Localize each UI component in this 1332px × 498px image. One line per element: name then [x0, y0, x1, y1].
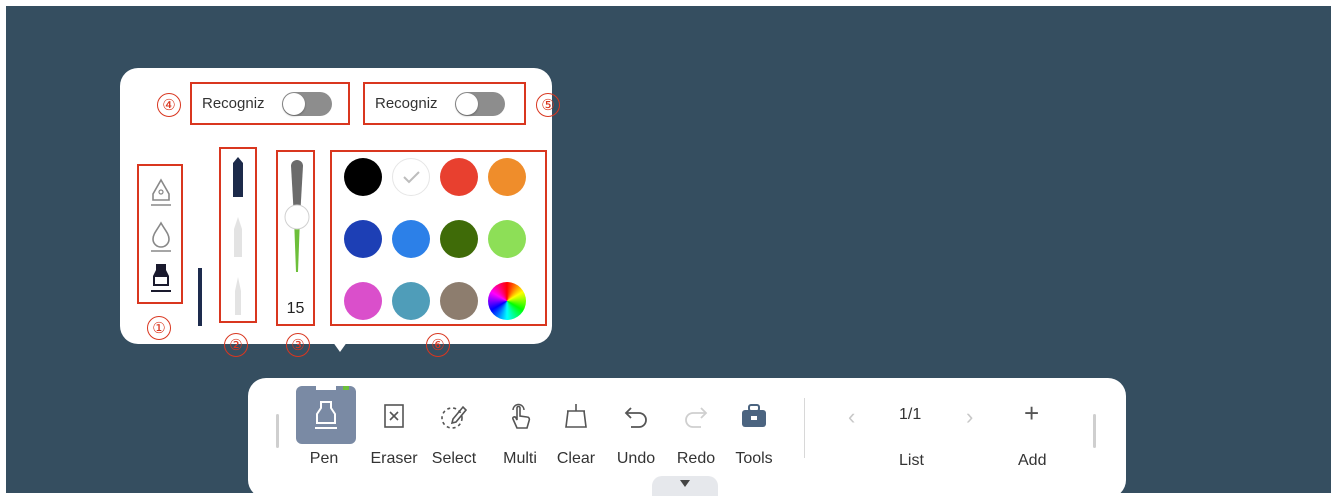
- toolbox-icon: [732, 394, 776, 438]
- shape-recognition-toggle-box: Recogniz: [190, 82, 350, 125]
- color-swatch-3[interactable]: [440, 158, 478, 196]
- active-indicator: [316, 386, 349, 390]
- marker-2: ②: [224, 333, 248, 357]
- marker-3: ③: [286, 333, 310, 357]
- highlighter-pen-icon[interactable]: [147, 262, 175, 296]
- marker-4: ④: [157, 93, 181, 117]
- marker-1: ①: [147, 316, 171, 340]
- tool-label: Multi: [503, 450, 537, 467]
- pen-icon: [296, 386, 356, 444]
- color-swatch-12[interactable]: [488, 282, 526, 320]
- color-swatch-8[interactable]: [488, 220, 526, 258]
- soft-pen-icon[interactable]: [147, 220, 175, 254]
- color-swatch-4[interactable]: [488, 158, 526, 196]
- thickness-value: 15: [286, 300, 305, 317]
- tool-clear-button[interactable]: Clear: [548, 394, 604, 468]
- prev-page-icon[interactable]: ‹: [848, 404, 855, 430]
- color-swatch-1[interactable]: [344, 158, 382, 196]
- list-button[interactable]: List: [899, 452, 924, 470]
- recognition-switch-left[interactable]: [282, 91, 332, 116]
- marker-nib-icon[interactable]: [230, 157, 246, 199]
- multi-touch-icon: [498, 394, 542, 438]
- clear-icon: [554, 394, 598, 438]
- color-swatch-9[interactable]: [344, 282, 382, 320]
- tool-eraser-button[interactable]: Eraser: [366, 394, 422, 468]
- toolbar-divider: [804, 398, 805, 458]
- color-swatch-10[interactable]: [392, 282, 430, 320]
- color-swatch-5[interactable]: [344, 220, 382, 258]
- tool-select-button[interactable]: Select: [426, 394, 482, 468]
- tool-label: Pen: [309, 450, 339, 467]
- right-grip-handle[interactable]: [1093, 414, 1096, 448]
- recognition-switch-right[interactable]: [455, 91, 505, 116]
- tool-label: Clear: [556, 450, 596, 467]
- collapse-toolbar-tab[interactable]: [652, 476, 718, 496]
- recognition-label-left: Recogniz: [202, 95, 265, 112]
- redo-icon: [674, 394, 718, 438]
- pencil-tip-icon[interactable]: [230, 217, 246, 259]
- tool-multi-button[interactable]: Multi: [492, 394, 548, 468]
- brush-tip-icon[interactable]: [230, 277, 246, 317]
- color-palette-box: [330, 150, 547, 326]
- tool-label: Tools: [735, 450, 773, 467]
- tool-label: Eraser: [370, 450, 418, 467]
- pen-type-box: [137, 164, 183, 304]
- color-swatch-2[interactable]: [392, 158, 430, 196]
- add-page-icon[interactable]: +: [1024, 398, 1039, 429]
- select-icon: [432, 394, 476, 438]
- thickness-slider[interactable]: [282, 160, 312, 278]
- tool-label: Undo: [616, 450, 656, 467]
- color-swatch-11[interactable]: [440, 282, 478, 320]
- next-page-icon[interactable]: ›: [966, 404, 973, 430]
- chevron-down-icon: [680, 480, 690, 487]
- marker-6: ⑥: [426, 333, 450, 357]
- fountain-pen-icon[interactable]: [147, 178, 175, 212]
- color-swatch-6[interactable]: [392, 220, 430, 258]
- recognition-label-right: Recogniz: [375, 95, 438, 112]
- text-recognition-toggle-box: Recogniz: [363, 82, 526, 125]
- tool-undo-button[interactable]: Undo: [608, 394, 664, 468]
- checkmark-icon: [392, 158, 430, 201]
- left-grip-handle[interactable]: [276, 414, 279, 448]
- add-page-button[interactable]: Add: [1018, 452, 1046, 470]
- tool-label: Redo: [676, 450, 716, 467]
- color-swatch-7[interactable]: [440, 220, 478, 258]
- eraser-icon: [372, 394, 416, 438]
- tool-tools-button[interactable]: Tools: [726, 394, 782, 468]
- pen-style-box: [219, 147, 257, 323]
- bottom-toolbar: Pen Eraser Select Multi Clear Undo Redo Tools ‹…: [248, 378, 1126, 498]
- page-indicator: 1/1: [899, 406, 922, 423]
- tool-pen-button[interactable]: Pen: [296, 386, 356, 468]
- tool-redo-button[interactable]: Redo: [668, 394, 724, 468]
- thickness-preview-line: [198, 268, 202, 326]
- thickness-slider-box: 15: [276, 150, 315, 326]
- undo-icon: [614, 394, 658, 438]
- marker-5: ⑤: [536, 93, 560, 117]
- tool-label: Select: [431, 450, 477, 467]
- popup-pointer: [330, 338, 350, 352]
